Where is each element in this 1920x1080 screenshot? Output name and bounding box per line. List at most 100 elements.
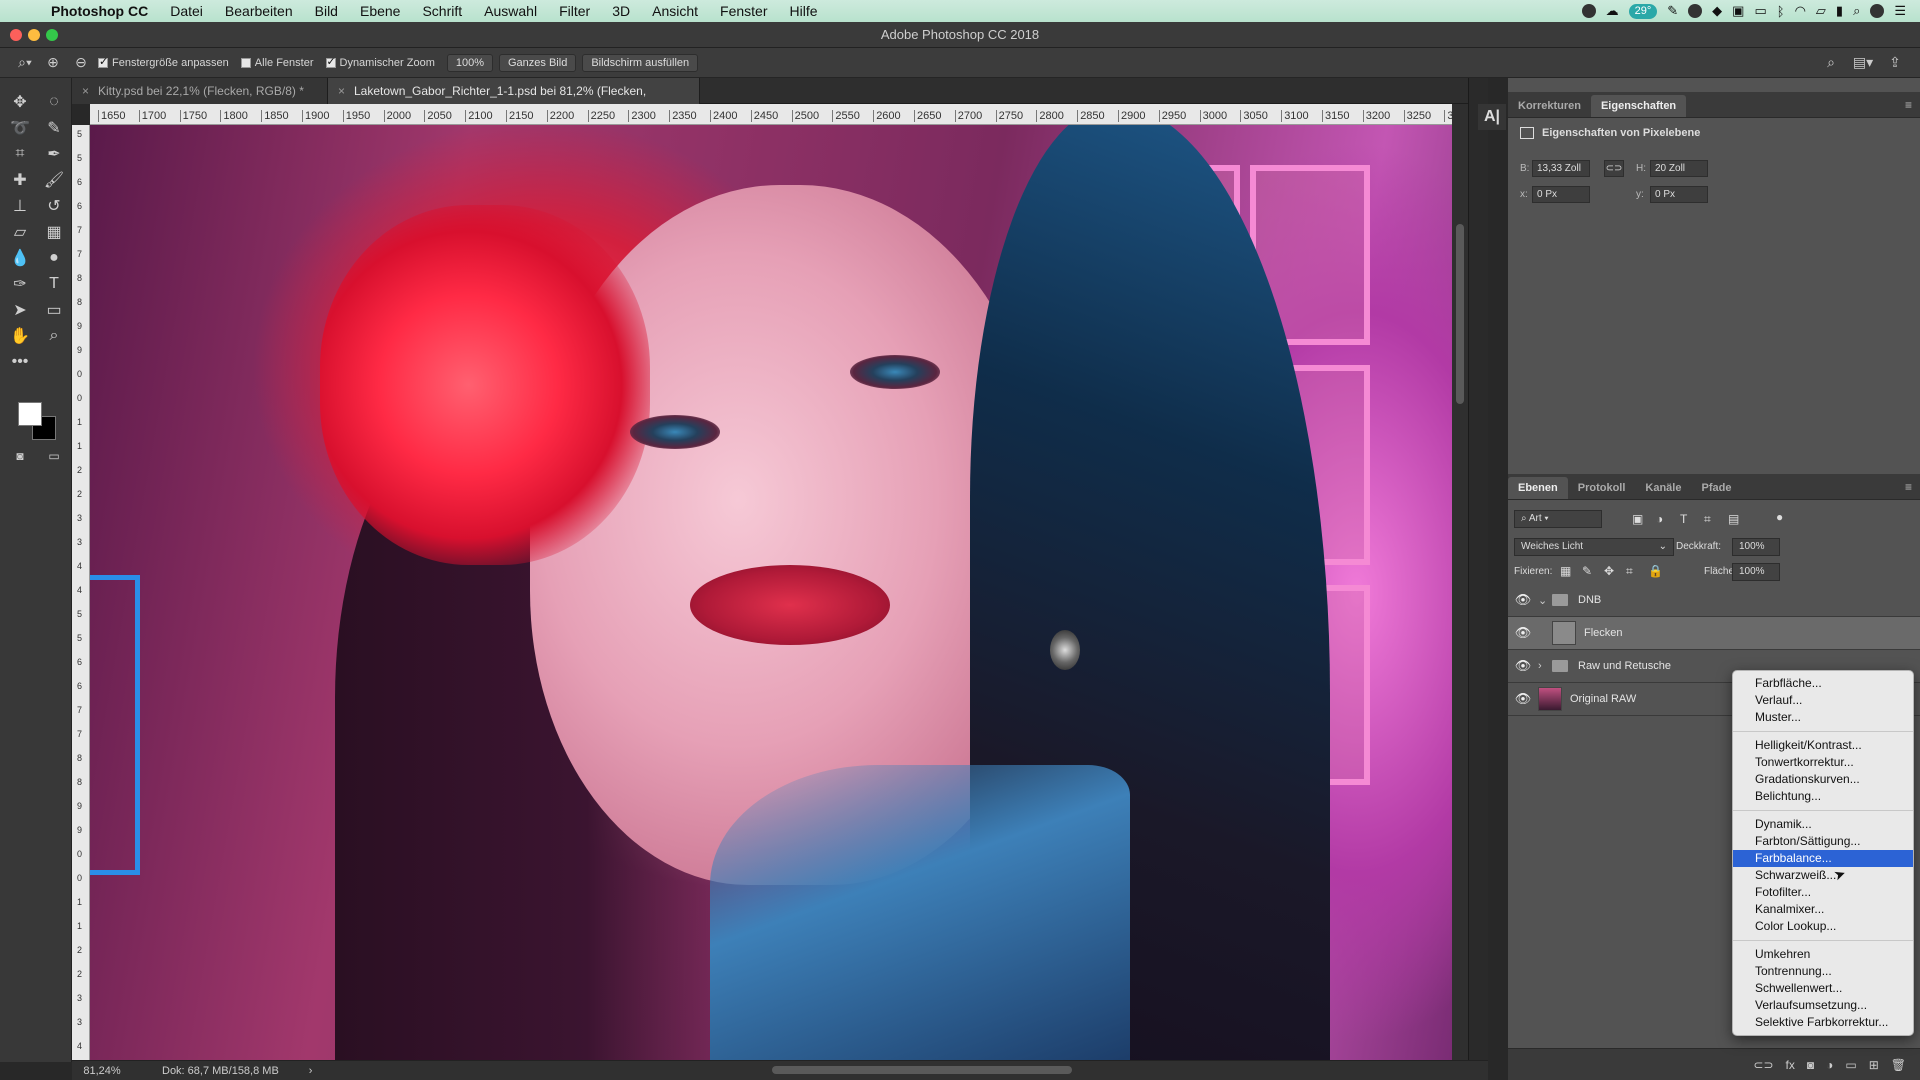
menu-item-schwellenwert[interactable]: Schwellenwert... bbox=[1733, 980, 1913, 997]
history-brush-icon[interactable]: ↺ bbox=[40, 194, 68, 218]
menu-filter[interactable]: Filter bbox=[548, 3, 601, 19]
menu-item-gradation[interactable]: Gradationskurven... bbox=[1733, 771, 1913, 788]
height-field[interactable]: 20 Zoll bbox=[1650, 160, 1708, 177]
menu-item-verlaufsumsetzung[interactable]: Verlaufsumsetzung... bbox=[1733, 997, 1913, 1014]
menu-datei[interactable]: Datei bbox=[159, 3, 214, 19]
fill-screen-button[interactable]: Bildschirm ausfüllen bbox=[582, 53, 699, 72]
eyedropper-tool-icon[interactable]: ✒ bbox=[40, 142, 68, 166]
notification-icon[interactable]: ☰ bbox=[1894, 3, 1906, 19]
scrubby-zoom-checkbox[interactable]: Dynamischer Zoom bbox=[325, 55, 435, 69]
y-field[interactable]: 0 Px bbox=[1650, 186, 1708, 203]
filter-type-icon[interactable]: T bbox=[1680, 512, 1687, 526]
x-field[interactable]: 0 Px bbox=[1532, 186, 1590, 203]
minimize-window-button[interactable] bbox=[28, 29, 40, 41]
visibility-eye-icon[interactable]: 👁 bbox=[1508, 691, 1538, 707]
lock-artboard-icon[interactable]: ⌗ bbox=[1626, 564, 1633, 579]
fit-screen-button[interactable]: Ganzes Bild bbox=[499, 53, 577, 72]
menu-item-fotofilter[interactable]: Fotofilter... bbox=[1733, 884, 1913, 901]
menu-item-belichtung[interactable]: Belichtung... bbox=[1733, 788, 1913, 805]
status-menu-arrow-icon[interactable]: › bbox=[279, 1065, 313, 1077]
visibility-eye-icon[interactable]: 👁 bbox=[1508, 592, 1538, 608]
zoom-100-button[interactable]: 100% bbox=[446, 53, 493, 72]
panel-menu-icon[interactable]: ≡ bbox=[1905, 480, 1912, 494]
eraser-tool-icon[interactable]: ▱ bbox=[6, 220, 34, 244]
tab-pfade[interactable]: Pfade bbox=[1691, 477, 1741, 499]
lock-paint-icon[interactable]: ✎ bbox=[1582, 564, 1592, 578]
menu-item-farbflaeche[interactable]: Farbfläche... bbox=[1733, 675, 1913, 692]
battery-icon[interactable]: ▮ bbox=[1836, 3, 1843, 19]
zoom-readout[interactable]: 81,24% bbox=[72, 1065, 132, 1077]
menu-item-verlauf[interactable]: Verlauf... bbox=[1733, 692, 1913, 709]
tray-app-icon[interactable]: ✎ bbox=[1667, 3, 1678, 19]
zoom-tool-icon[interactable]: ⌕ bbox=[40, 324, 68, 348]
link-icon[interactable]: ⊂⊃ bbox=[1604, 160, 1624, 177]
screen-mode-icon[interactable]: ▭ bbox=[40, 444, 68, 468]
bluetooth-icon[interactable]: ᛒ bbox=[1777, 4, 1785, 19]
horizontal-scroll-thumb[interactable] bbox=[772, 1066, 1072, 1074]
visibility-eye-icon[interactable]: 👁 bbox=[1508, 658, 1538, 674]
fill-field[interactable]: 100% bbox=[1732, 563, 1780, 581]
menu-schrift[interactable]: Schrift bbox=[411, 3, 473, 19]
lock-transparent-icon[interactable]: ▦ bbox=[1560, 564, 1571, 578]
link-layers-icon[interactable]: ⊂⊃ bbox=[1753, 1058, 1773, 1072]
tab-ebenen[interactable]: Ebenen bbox=[1508, 477, 1568, 499]
opacity-field[interactable]: 100% bbox=[1732, 538, 1780, 556]
path-select-icon[interactable]: ➤ bbox=[6, 298, 34, 322]
fx-icon[interactable]: fx bbox=[1786, 1058, 1795, 1072]
more-tools-icon[interactable]: ••• bbox=[6, 350, 34, 374]
close-tab-icon[interactable]: × bbox=[338, 78, 345, 104]
tab-laketown[interactable]: × Laketown_Gabor_Richter_1-1.psd bei 81,… bbox=[328, 78, 700, 124]
zoom-window-button[interactable] bbox=[46, 29, 58, 41]
scroll-thumb[interactable] bbox=[1456, 224, 1464, 404]
adjustment-layer-icon[interactable]: ◑ bbox=[1826, 1058, 1833, 1072]
zoom-out-icon[interactable]: ⊖ bbox=[70, 53, 92, 73]
filter-toggle-icon[interactable]: ● bbox=[1776, 510, 1783, 524]
document-canvas[interactable] bbox=[90, 125, 1452, 1060]
weather-badge[interactable]: 29° bbox=[1628, 3, 1658, 19]
tab-kanaele[interactable]: Kanäle bbox=[1635, 477, 1691, 499]
zoom-tool-preset-icon[interactable]: ⌕▾ bbox=[14, 53, 36, 73]
vertical-scrollbar[interactable] bbox=[1452, 104, 1468, 1060]
display-icon[interactable]: ▣ bbox=[1732, 3, 1744, 19]
layer-row-flecken[interactable]: 👁 Flecken bbox=[1508, 617, 1920, 650]
menu-item-kanalmixer[interactable]: Kanalmixer... bbox=[1733, 901, 1913, 918]
chevron-right-icon[interactable]: › bbox=[1538, 660, 1552, 672]
filter-adjust-icon[interactable]: ◑ bbox=[1656, 512, 1663, 526]
panel-menu-icon[interactable]: ≡ bbox=[1905, 98, 1912, 112]
zoom-in-icon[interactable]: ⊕ bbox=[42, 53, 64, 73]
dodge-tool-icon[interactable]: ● bbox=[40, 246, 68, 270]
workspace-icon[interactable]: ▤▾ bbox=[1852, 53, 1874, 73]
gradient-tool-icon[interactable]: ▦ bbox=[40, 220, 68, 244]
brush-tool-icon[interactable]: 🖌 bbox=[40, 168, 68, 192]
dropbox-icon[interactable]: ◆ bbox=[1712, 3, 1722, 19]
filter-shape-icon[interactable]: ⌗ bbox=[1704, 512, 1711, 527]
blend-mode-select[interactable]: Weiches Licht ⌄ bbox=[1514, 538, 1674, 556]
quick-mask-icon[interactable]: ◙ bbox=[6, 444, 34, 468]
width-field[interactable]: 13,33 Zoll bbox=[1532, 160, 1590, 177]
wifi-icon[interactable]: ◠ bbox=[1795, 3, 1806, 19]
record-icon[interactable] bbox=[1581, 4, 1596, 18]
siri-icon[interactable] bbox=[1870, 4, 1885, 18]
character-panel-icon[interactable]: A| bbox=[1478, 104, 1506, 130]
tab-eigenschaften[interactable]: Eigenschaften bbox=[1590, 95, 1687, 117]
menu-item-umkehren[interactable]: Umkehren bbox=[1733, 946, 1913, 963]
crop-tool-icon[interactable]: ⌗ bbox=[6, 142, 34, 166]
filter-smart-icon[interactable]: ▤ bbox=[1728, 512, 1739, 526]
visibility-eye-icon[interactable]: 👁 bbox=[1508, 625, 1538, 641]
new-group-icon[interactable]: ▭ bbox=[1845, 1058, 1856, 1072]
close-window-button[interactable] bbox=[10, 29, 22, 41]
hand-tool-icon[interactable]: ✋ bbox=[6, 324, 34, 348]
quick-select-tool-icon[interactable]: ✎ bbox=[40, 116, 68, 140]
layer-filter-select[interactable]: ⌕ Art ▾ bbox=[1514, 510, 1602, 528]
menu-item-selektive[interactable]: Selektive Farbkorrektur... bbox=[1733, 1014, 1913, 1031]
lock-position-icon[interactable]: ✥ bbox=[1604, 564, 1614, 578]
menu-3d[interactable]: 3D bbox=[601, 3, 641, 19]
lasso-tool-icon[interactable]: ➰ bbox=[6, 116, 34, 140]
fit-window-checkbox[interactable]: Fenstergröße anpassen bbox=[98, 55, 229, 69]
share-icon[interactable]: ⇪ bbox=[1884, 53, 1906, 73]
search-icon[interactable]: ⌕ bbox=[1820, 53, 1842, 73]
menu-auswahl[interactable]: Auswahl bbox=[473, 3, 548, 19]
blur-tool-icon[interactable]: 💧 bbox=[6, 246, 34, 270]
battery-app-icon[interactable]: ▭ bbox=[1754, 3, 1766, 19]
chevron-down-icon[interactable]: ⌄ bbox=[1538, 594, 1552, 607]
